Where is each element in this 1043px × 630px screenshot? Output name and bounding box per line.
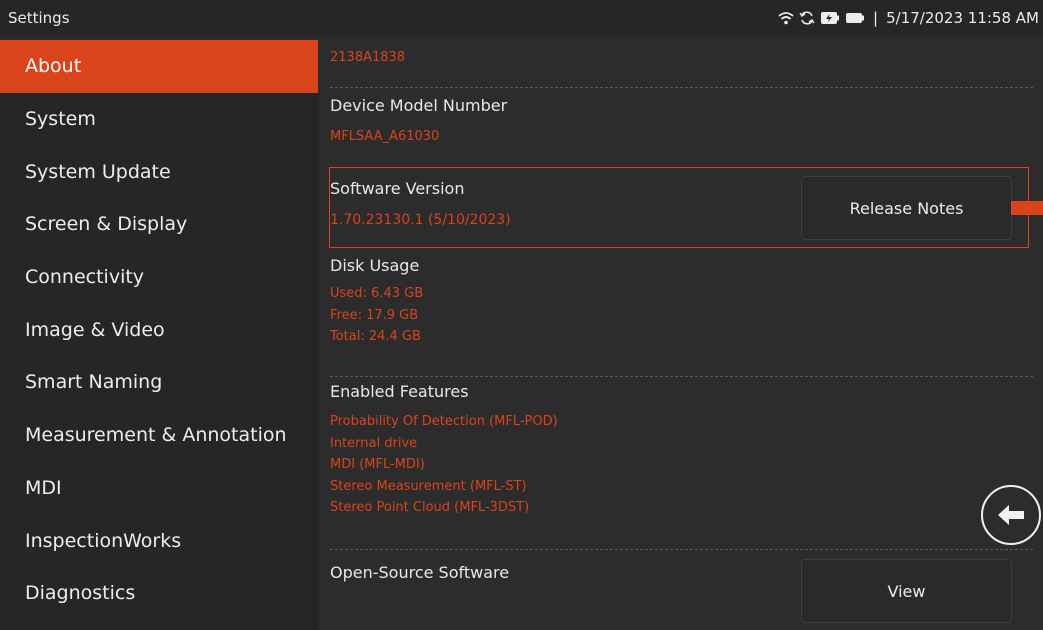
sidebar-item-system-update[interactable]: System Update xyxy=(0,145,318,198)
model-label: Device Model Number xyxy=(330,96,508,115)
sync-icon xyxy=(799,11,815,25)
divider xyxy=(330,376,1033,377)
sidebar-item-system[interactable]: System xyxy=(0,93,318,146)
feature-item: MDI (MFL-MDI) xyxy=(330,457,425,472)
status-separator: | xyxy=(873,9,879,27)
features-label: Enabled Features xyxy=(330,382,469,401)
about-panel: 2138A1838 Device Model Number MFLSAA_A61… xyxy=(320,40,1043,630)
sidebar-item-mdi[interactable]: MDI xyxy=(0,462,318,515)
window-title: Settings xyxy=(8,9,70,27)
sidebar-item-inspectionworks[interactable]: InspectionWorks xyxy=(0,514,318,567)
release-notes-button[interactable]: Release Notes xyxy=(801,176,1012,240)
view-label: View xyxy=(887,581,926,601)
disk-label: Disk Usage xyxy=(330,256,420,275)
serial-section: 2138A1838 xyxy=(330,47,1033,69)
status-bar: Settings | 5/17/2023 11:58 AM xyxy=(0,0,1043,36)
model-value: MFLSAA_A61030 xyxy=(330,129,440,144)
sidebar-item-label: Connectivity xyxy=(25,266,145,289)
release-notes-label: Release Notes xyxy=(849,198,964,218)
sidebar-item-label: Smart Naming xyxy=(25,371,163,394)
feature-item: Probability Of Detection (MFL-POD) xyxy=(330,414,558,429)
view-button[interactable]: View xyxy=(801,559,1012,623)
sidebar-item-about[interactable]: About xyxy=(0,40,318,93)
sidebar-item-label: Measurement & Annotation xyxy=(25,424,287,447)
battery-icon xyxy=(846,13,865,23)
sidebar-item-screen-display[interactable]: Screen & Display xyxy=(0,198,318,251)
feature-item: Internal drive xyxy=(330,435,418,451)
back-button[interactable] xyxy=(981,485,1041,545)
model-section: Device Model Number MFLSAA_A61030 xyxy=(330,96,1033,148)
disk-values: Used: 6.43 GB Free: 17.9 GB Total: 24.4 … xyxy=(330,283,1033,348)
sidebar-item-measurement-annotation[interactable]: Measurement & Annotation xyxy=(0,409,318,462)
disk-total: Total: 24.4 GB xyxy=(330,329,421,344)
sidebar-item-label: About xyxy=(25,55,82,78)
back-arrow-icon xyxy=(998,505,1024,525)
sidebar-item-label: MDI xyxy=(25,476,62,499)
wifi-icon xyxy=(778,12,794,25)
sidebar-item-label: System xyxy=(25,108,96,131)
sidebar-item-image-video[interactable]: Image & Video xyxy=(0,303,318,356)
battery-charging-icon xyxy=(821,12,840,24)
sidebar-item-diagnostics[interactable]: Diagnostics xyxy=(0,567,318,620)
features-list: Probability Of Detection (MFL-POD) Inter… xyxy=(330,411,1033,519)
settings-sidebar: About System System Update Screen & Disp… xyxy=(0,40,318,630)
features-section: Enabled Features Probability Of Detectio… xyxy=(330,382,1033,519)
disk-used: Used: 6.43 GB xyxy=(330,286,424,301)
sidebar-item-connectivity[interactable]: Connectivity xyxy=(0,251,318,304)
sidebar-item-label: Screen & Display xyxy=(25,213,188,236)
sidebar-item-label: Image & Video xyxy=(25,318,165,341)
status-indicators: | 5/17/2023 11:58 AM xyxy=(778,9,1043,27)
feature-item: Stereo Measurement (MFL-ST) xyxy=(330,478,527,494)
focus-indicator xyxy=(1011,201,1043,215)
sidebar-item-label: System Update xyxy=(25,160,171,183)
divider xyxy=(330,549,1033,550)
feature-item: Stereo Point Cloud (MFL-3DST) xyxy=(330,500,530,515)
disk-free: Free: 17.9 GB xyxy=(330,307,419,323)
sidebar-item-label: InspectionWorks xyxy=(25,529,182,552)
serial-number-value: 2138A1838 xyxy=(330,50,406,65)
sidebar-item-label: Diagnostics xyxy=(25,582,136,605)
sidebar-item-smart-naming[interactable]: Smart Naming xyxy=(0,356,318,409)
divider xyxy=(330,87,1033,88)
datetime: 5/17/2023 11:58 AM xyxy=(886,9,1039,27)
disk-section: Disk Usage Used: 6.43 GB Free: 17.9 GB T… xyxy=(330,256,1033,348)
